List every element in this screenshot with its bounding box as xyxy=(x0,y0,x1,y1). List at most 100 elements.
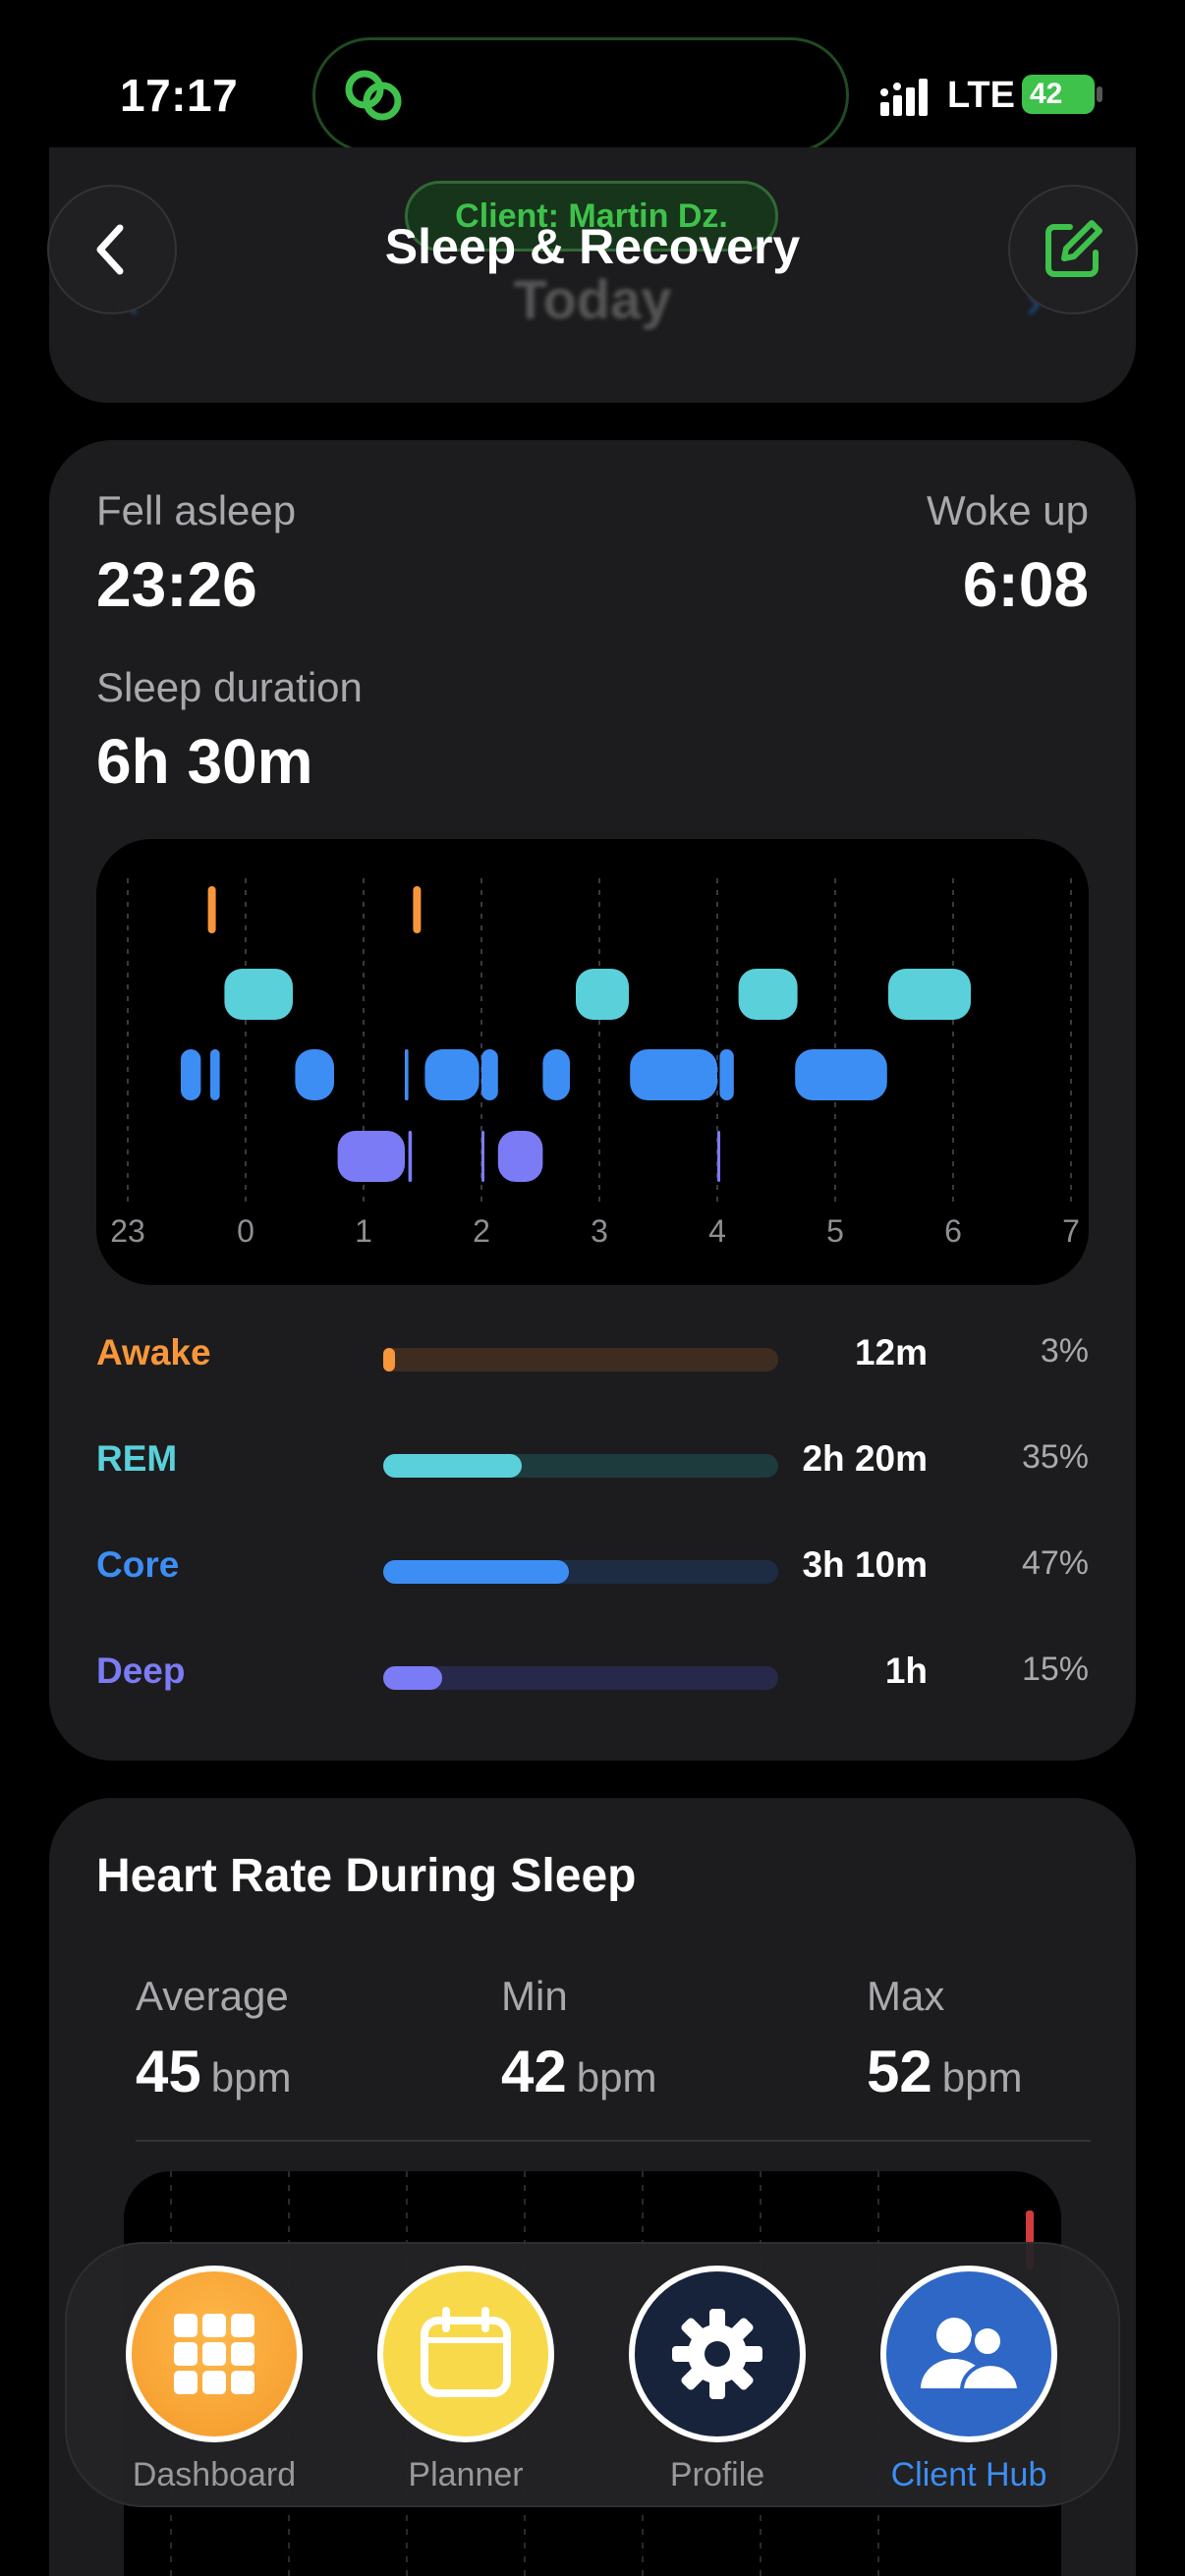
sleep-hypnogram: 23 0 1 2 3 4 5 6 7 xyxy=(96,839,1089,1285)
hr-max-stat: Max 52 bpm xyxy=(867,1973,1022,2105)
tab-client-hub-circle xyxy=(880,2266,1057,2442)
tab-planner-circle xyxy=(377,2266,554,2442)
hypnogram-segment-awake xyxy=(413,886,422,933)
tab-dashboard[interactable]: Dashboard xyxy=(116,2264,312,2499)
hypnogram-segment-deep xyxy=(717,1131,720,1182)
stage-duration: 2h 20m xyxy=(802,1438,928,1479)
stage-track xyxy=(383,1454,778,1478)
stage-track xyxy=(383,1348,778,1372)
stage-row-core: Core 3h 10m 47% xyxy=(96,1539,1089,1597)
stage-percent: 35% xyxy=(1021,1438,1089,1476)
hr-average-label: Average xyxy=(136,1973,289,2019)
hypnogram-segment-core xyxy=(795,1049,887,1100)
hypnogram-segment-core xyxy=(295,1049,334,1100)
hr-max-unit: bpm xyxy=(941,2054,1023,2100)
hypnogram-hour-tick: 2 xyxy=(473,1213,490,1249)
date-label: Today xyxy=(513,268,672,330)
sleep-summary-card: Fell asleep 23:26 Woke up 6:08 Sleep dur… xyxy=(49,440,1136,1761)
stage-row-awake: Awake 12m 3% xyxy=(96,1326,1089,1385)
hypnogram-segment-deep xyxy=(337,1131,405,1182)
tab-client-hub[interactable]: Client Hub xyxy=(871,2264,1067,2499)
hypnogram-segment-core xyxy=(481,1049,498,1100)
stage-duration: 3h 10m xyxy=(802,1544,928,1585)
hr-average-value: 45 xyxy=(136,2039,201,2104)
hr-min-unit: bpm xyxy=(576,2054,657,2100)
hr-max-label: Max xyxy=(867,1973,945,2019)
hypnogram-segment-core xyxy=(630,1049,717,1100)
hr-average-stat: Average 45 bpm xyxy=(136,1973,291,2105)
hypnogram-segment-rem xyxy=(576,969,629,1020)
hypnogram-segment-core xyxy=(405,1049,409,1100)
hr-min-value: 42 xyxy=(501,2039,567,2104)
heart-rate-title: Heart Rate During Sleep xyxy=(96,1850,637,1902)
hr-average-unit: bpm xyxy=(210,2054,292,2100)
edit-square-icon xyxy=(1045,220,1102,277)
hypnogram-segment-core xyxy=(210,1049,220,1100)
calendar-icon xyxy=(421,2307,511,2397)
stage-duration: 12m xyxy=(854,1332,928,1372)
dynamic-island xyxy=(312,37,849,153)
stage-name: Core xyxy=(96,1544,180,1585)
hypnogram-segment-rem xyxy=(224,969,293,1020)
tab-profile-circle xyxy=(629,2266,806,2442)
stage-track xyxy=(383,1666,778,1690)
grid-icon xyxy=(174,2314,254,2394)
stage-percent: 47% xyxy=(1021,1544,1089,1582)
stage-fill xyxy=(383,1560,569,1584)
tab-planner[interactable]: Planner xyxy=(367,2264,564,2499)
hr-min-stat: Min 42 bpm xyxy=(501,1973,656,2105)
fell-asleep-label: Fell asleep xyxy=(96,487,297,533)
hr-min-label: Min xyxy=(501,1973,568,2019)
woke-up-value: 6:08 xyxy=(962,549,1089,620)
hypnogram-hour-tick: 7 xyxy=(1062,1213,1080,1249)
tab-label: Planner xyxy=(408,2456,524,2493)
hr-max-value: 52 xyxy=(867,2039,932,2104)
hypnogram-segment-core xyxy=(181,1049,201,1100)
users-icon xyxy=(921,2318,1022,2392)
duration-value: 6h 30m xyxy=(96,726,313,797)
hypnogram-segment-rem xyxy=(738,969,798,1020)
tab-label: Profile xyxy=(669,2456,765,2493)
status-time: 17:17 xyxy=(120,70,239,121)
woke-up-label: Woke up xyxy=(927,487,1089,533)
tab-profile[interactable]: Profile xyxy=(619,2264,816,2499)
battery-level: 42 xyxy=(1030,78,1063,110)
stage-row-deep: Deep 1h 15% xyxy=(96,1645,1089,1704)
hypnogram-segment-deep xyxy=(408,1131,413,1182)
hypnogram-svg: 23 0 1 2 3 4 5 6 7 xyxy=(110,878,1080,1249)
stage-fill xyxy=(383,1666,443,1690)
hypnogram-hour-tick: 3 xyxy=(591,1213,608,1249)
hypnogram-hour-tick: 1 xyxy=(355,1213,372,1249)
stage-percent: 3% xyxy=(1040,1332,1089,1370)
hypnogram-segment-deep xyxy=(497,1131,543,1182)
duration-label: Sleep duration xyxy=(96,664,363,710)
hypnogram-hour-tick: 0 xyxy=(237,1213,254,1249)
tab-dashboard-circle xyxy=(126,2266,303,2442)
stage-name: REM xyxy=(96,1438,178,1479)
tab-bar: Dashboard Planner Profile Client Hub xyxy=(65,2242,1120,2507)
hypnogram-hour-tick: 5 xyxy=(826,1213,844,1249)
fell-asleep-value: 23:26 xyxy=(96,549,257,620)
hypnogram-segment-core xyxy=(719,1049,734,1100)
gear-icon xyxy=(672,2309,762,2399)
battery-cap xyxy=(1097,86,1102,102)
edit-button[interactable] xyxy=(1008,185,1138,314)
hypnogram-segment-deep xyxy=(481,1131,484,1182)
network-type: LTE xyxy=(947,75,1015,116)
hypnogram-hour-tick: 4 xyxy=(708,1213,726,1249)
hr-divider xyxy=(136,2140,1091,2142)
stage-name: Deep xyxy=(96,1651,186,1691)
stage-percent: 15% xyxy=(1021,1651,1089,1688)
stage-fill xyxy=(383,1454,522,1478)
signal-icon xyxy=(880,79,928,116)
hypnogram-hour-tick: 6 xyxy=(944,1213,962,1249)
stage-track xyxy=(383,1560,778,1584)
stage-fill xyxy=(383,1348,396,1372)
stage-name: Awake xyxy=(96,1332,211,1372)
hypnogram-hour-tick: 23 xyxy=(110,1213,145,1249)
battery-icon: 42 xyxy=(1022,75,1095,114)
tab-label: Dashboard xyxy=(132,2456,297,2493)
app-link-icon xyxy=(345,70,402,121)
stage-duration: 1h xyxy=(884,1651,928,1691)
hypnogram-segment-awake xyxy=(207,886,216,933)
